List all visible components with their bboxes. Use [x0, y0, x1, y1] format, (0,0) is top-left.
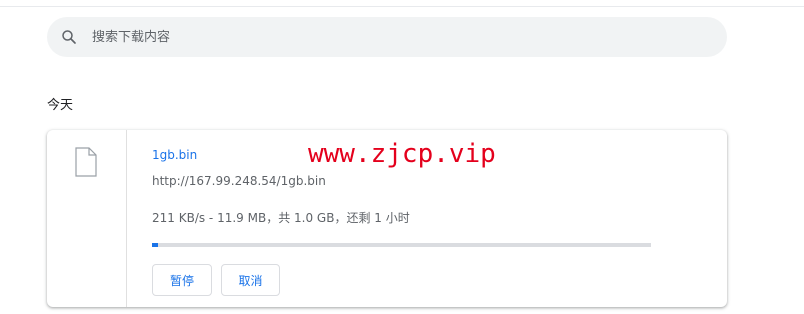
file-icon [75, 147, 97, 177]
download-progress-fill [152, 243, 158, 247]
watermark-text: www.zjcp.vip [308, 139, 496, 169]
download-filename-link[interactable]: 1gb.bin [152, 148, 197, 162]
download-source-url: http://167.99.248.54/1gb.bin [152, 174, 326, 188]
download-progress-bar [152, 243, 651, 247]
search-input[interactable] [92, 17, 712, 57]
search-icon[interactable] [60, 28, 78, 46]
pause-button[interactable]: 暂停 [152, 264, 212, 296]
search-bar[interactable] [47, 17, 727, 57]
file-icon-column [47, 130, 127, 307]
date-group-header: 今天 [47, 98, 74, 113]
top-divider [0, 6, 804, 7]
cancel-button[interactable]: 取消 [221, 264, 280, 296]
download-status-text: 211 KB/s - 11.9 MB，共 1.0 GB，还剩 1 小时 [152, 211, 410, 225]
